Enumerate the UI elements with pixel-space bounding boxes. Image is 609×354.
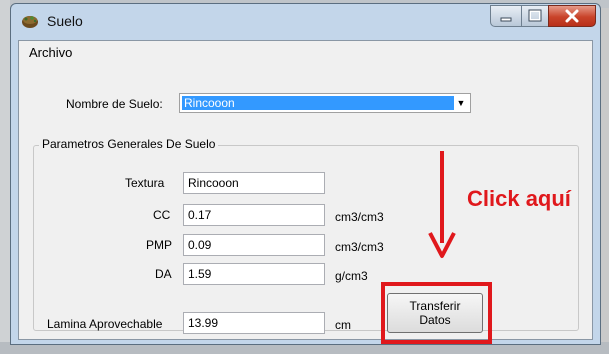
maximize-button[interactable] — [521, 5, 549, 27]
dropdown-arrow-icon[interactable]: ▼ — [452, 94, 470, 112]
lamina-unit: cm — [335, 318, 351, 332]
da-field[interactable]: 1.59 — [183, 263, 325, 285]
minimize-button[interactable] — [490, 5, 522, 27]
group-title: Parametros Generales De Suelo — [39, 137, 219, 151]
window-title: Suelo — [47, 13, 83, 29]
soil-name-label: Nombre de Suelo: — [66, 97, 163, 111]
minimize-icon — [500, 17, 512, 22]
suelo-window: Suelo Archivo Nombre de Suelo: Rincooon … — [10, 3, 601, 345]
window-client-area: Archivo Nombre de Suelo: Rincooon ▼ Para… — [18, 40, 593, 344]
click-here-annotation: Click aquí — [467, 186, 571, 211]
pmp-label: PMP — [146, 238, 173, 252]
cc-label: CC — [153, 208, 171, 222]
lamina-label: Lamina Aprovechable — [47, 317, 163, 331]
soil-app-icon — [21, 13, 39, 29]
menu-bar: Archivo — [19, 41, 592, 65]
soil-name-dropdown[interactable]: Rincooon ▼ — [179, 93, 471, 113]
da-label: DA — [155, 267, 172, 281]
highlight-box — [381, 282, 492, 344]
close-button[interactable] — [548, 5, 596, 27]
maximize-icon — [528, 9, 542, 22]
cc-unit: cm3/cm3 — [335, 210, 384, 224]
title-bar[interactable]: Suelo — [11, 4, 600, 38]
da-unit: g/cm3 — [335, 269, 368, 283]
menu-archivo[interactable]: Archivo — [29, 45, 72, 60]
close-icon — [565, 9, 579, 23]
background-window-edge — [0, 0, 10, 354]
pmp-unit: cm3/cm3 — [335, 240, 384, 254]
down-arrow-icon — [428, 151, 456, 258]
textura-field[interactable]: Rincooon — [183, 172, 325, 194]
soil-name-selected-value: Rincooon — [182, 96, 454, 110]
textura-label: Textura — [125, 176, 165, 190]
lamina-field[interactable]: 13.99 — [183, 312, 325, 334]
cc-field[interactable]: 0.17 — [183, 204, 325, 226]
pmp-field[interactable]: 0.09 — [183, 234, 325, 256]
